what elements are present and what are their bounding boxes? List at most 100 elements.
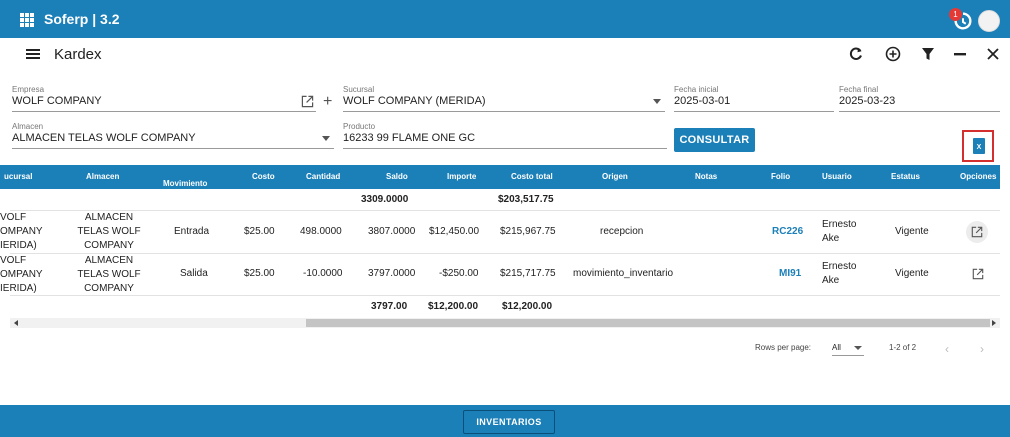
rows-per-page-label: Rows per page: <box>755 343 812 352</box>
add-circle-icon[interactable] <box>885 46 901 62</box>
inventarios-button[interactable]: INVENTARIOS <box>463 410 555 434</box>
footer-bar: INVENTARIOS <box>0 405 1010 437</box>
row2-movimiento: Salida <box>180 268 208 279</box>
fecha-inicial-field[interactable]: Fecha inicial 2025-03-01 <box>674 85 834 112</box>
chevron-down-icon <box>854 346 862 350</box>
add-icon[interactable]: + <box>323 93 332 111</box>
col-notas[interactable]: Notas <box>695 172 717 181</box>
row2-folio-link[interactable]: MI91 <box>779 268 801 279</box>
horizontal-scrollbar[interactable] <box>10 318 1000 328</box>
rows-per-page-value: All <box>832 343 841 352</box>
close-icon[interactable] <box>985 46 1001 62</box>
minimize-icon[interactable] <box>952 46 968 62</box>
export-excel-button[interactable]: X <box>962 130 994 162</box>
row2-costo-total: $215,717.75 <box>500 268 556 279</box>
row1-cantidad: 498.0000 <box>300 226 342 237</box>
excel-file-icon: X <box>973 138 985 154</box>
fecha-final-value: 2025-03-23 <box>839 95 896 107</box>
producto-value: 16233 99 FLAME ONE GC <box>343 132 476 144</box>
row2-open-in-new-icon[interactable] <box>972 268 984 280</box>
fecha-inicial-value: 2025-03-01 <box>674 95 731 107</box>
col-almacen[interactable]: Almacen <box>86 172 119 181</box>
col-folio[interactable]: Folio <box>771 172 790 181</box>
almacen-select[interactable]: Almacen ALMACEN TELAS WOLF COMPANY <box>12 122 334 149</box>
almacen-value: ALMACEN TELAS WOLF COMPANY <box>12 132 196 144</box>
producto-field[interactable]: Producto 16233 99 FLAME ONE GC <box>343 122 667 149</box>
row2-estatus: Vigente <box>895 268 929 279</box>
col-origen[interactable]: Origen <box>602 172 628 181</box>
sucursal-select[interactable]: Sucursal WOLF COMPANY (MERIDA) <box>343 85 665 112</box>
col-usuario[interactable]: Usuario <box>822 172 852 181</box>
row2-importe: -$250.00 <box>439 268 479 279</box>
row1-almacen: ALMACEN TELAS WOLF COMPANY <box>74 211 144 253</box>
refresh-icon[interactable] <box>848 46 864 62</box>
row-divider <box>10 253 1000 254</box>
fecha-inicial-label: Fecha inicial <box>674 85 719 94</box>
col-estatus[interactable]: Estatus <box>891 172 920 181</box>
fecha-final-label: Fecha final <box>839 85 879 94</box>
col-costo-total[interactable]: Costo total <box>511 172 553 181</box>
row2-saldo: 3797.0000 <box>368 268 416 279</box>
dropdown-arrow-icon <box>653 99 661 104</box>
opening-costo-total: $203,517.75 <box>498 194 554 205</box>
app-brand: Soferp | 3.2 <box>44 11 120 27</box>
empresa-label: Empresa <box>12 85 45 94</box>
row1-saldo: 3807.0000 <box>368 226 416 237</box>
row1-usuario-line2: Ake <box>822 233 840 244</box>
col-saldo[interactable]: Saldo <box>386 172 408 181</box>
row1-folio-link[interactable]: RC226 <box>772 226 803 237</box>
col-costo[interactable]: Costo <box>252 172 275 181</box>
open-in-new-icon <box>971 226 983 238</box>
row1-usuario: Ernesto Ake <box>822 218 856 246</box>
scroll-left-icon[interactable] <box>14 320 18 326</box>
row2-sucursal-line1: VOLF <box>0 255 27 266</box>
total-importe: $12,200.00 <box>428 301 479 312</box>
apps-grid-icon[interactable] <box>20 13 34 27</box>
row1-almacen-line1: ALMACEN <box>84 212 134 223</box>
col-importe[interactable]: Importe <box>447 172 476 181</box>
row2-cantidad: -10.0000 <box>303 268 343 279</box>
avatar[interactable] <box>978 10 1000 32</box>
scroll-right-icon[interactable] <box>992 320 996 326</box>
pagination-range: 1-2 of 2 <box>889 343 917 352</box>
sucursal-label: Sucursal <box>343 85 375 94</box>
open-in-new-icon[interactable] <box>301 95 314 108</box>
col-sucursal[interactable]: ucursal <box>4 172 32 181</box>
sucursal-value: WOLF COMPANY (MERIDA) <box>343 95 486 107</box>
row2-almacen-line2: TELAS WOLF <box>77 269 141 280</box>
opening-saldo: 3309.0000 <box>361 194 409 205</box>
row1-open-button[interactable] <box>966 221 988 243</box>
row1-sucursal: VOLF OMPANY IERIDA) <box>0 211 46 253</box>
row-divider <box>10 210 1000 211</box>
empresa-field[interactable]: Empresa WOLF COMPANY <box>12 85 316 112</box>
page-title: Kardex <box>54 46 102 63</box>
scrollbar-thumb[interactable] <box>306 319 990 327</box>
filter-icon[interactable] <box>920 46 936 62</box>
fecha-final-field[interactable]: Fecha final 2025-03-23 <box>839 85 1000 112</box>
row1-sucursal-line3: IERIDA) <box>0 240 37 251</box>
row1-sucursal-line1: VOLF <box>0 212 27 223</box>
total-saldo: 3797.00 <box>371 301 408 312</box>
row2-origen: movimiento_inventario <box>573 268 674 279</box>
row2-costo: $25.00 <box>244 268 275 279</box>
almacen-label: Almacen <box>12 122 44 131</box>
row1-usuario-line1: Ernesto <box>822 219 857 230</box>
consultar-button[interactable]: CONSULTAR <box>674 128 755 152</box>
col-movimiento[interactable]: Movimiento <box>163 179 207 188</box>
row1-almacen-line3: COMPANY <box>84 240 134 251</box>
row1-sucursal-line2: OMPANY <box>0 226 43 237</box>
previous-page-icon[interactable]: ‹ <box>945 342 949 356</box>
row1-origen: recepcion <box>600 226 644 237</box>
row1-almacen-line2: TELAS WOLF <box>77 226 141 237</box>
row1-costo: $25.00 <box>244 226 275 237</box>
row1-costo-total: $215,967.75 <box>500 226 556 237</box>
empresa-value: WOLF COMPANY <box>12 95 102 107</box>
menu-icon[interactable] <box>26 49 40 59</box>
dropdown-arrow-icon <box>322 136 330 141</box>
row2-almacen-line3: COMPANY <box>84 283 134 294</box>
col-cantidad[interactable]: Cantidad <box>306 172 340 181</box>
next-page-icon[interactable]: › <box>980 342 984 356</box>
row1-movimiento: Entrada <box>174 226 210 237</box>
row2-usuario: Ernesto Ake <box>822 260 856 288</box>
rows-per-page-select[interactable]: All <box>832 340 864 356</box>
